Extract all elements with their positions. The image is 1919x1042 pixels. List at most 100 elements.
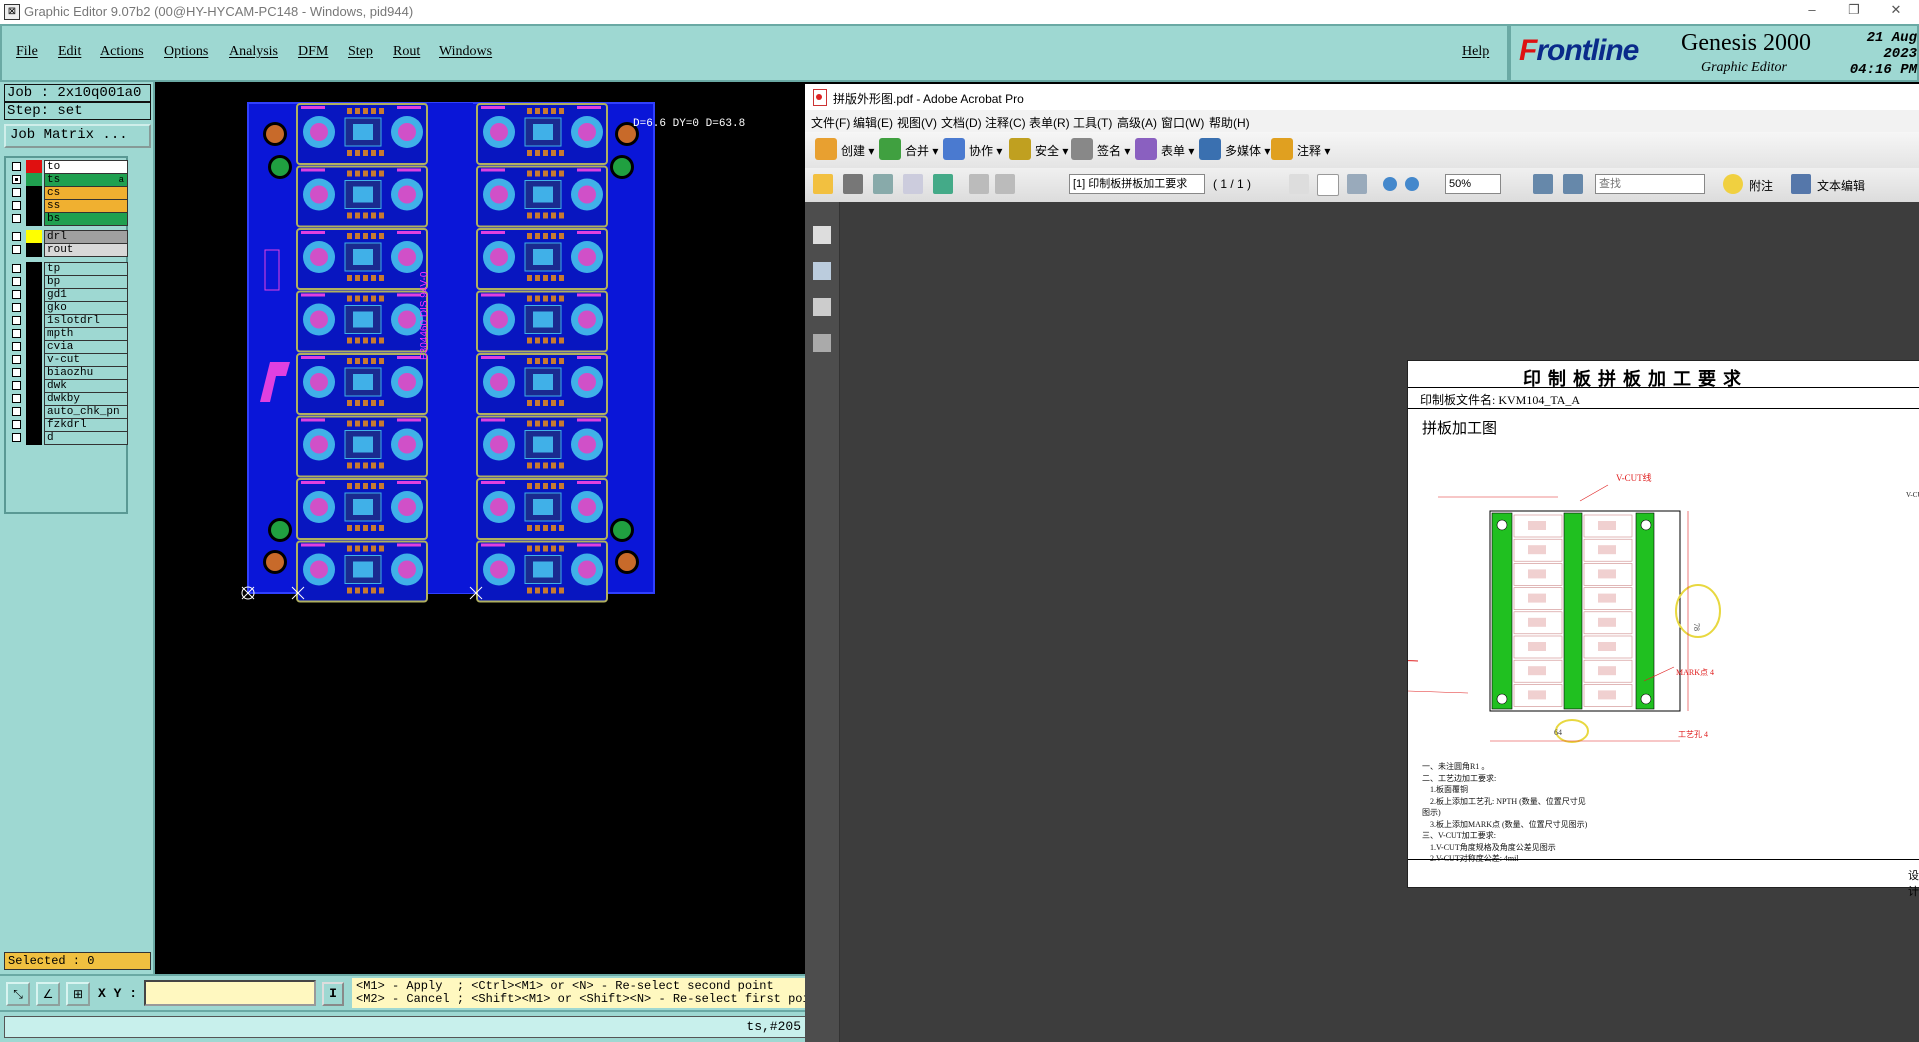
menu-step[interactable]: Step	[348, 44, 373, 60]
layer-checkbox[interactable]	[12, 188, 21, 197]
minimize-button[interactable]: –	[1792, 2, 1832, 17]
close-button[interactable]: ✕	[1876, 2, 1916, 18]
text-edit-button[interactable]: 文本编辑	[1817, 177, 1865, 194]
layer-row-ss[interactable]: ss	[8, 199, 128, 213]
layer-checkbox[interactable]	[12, 214, 21, 223]
layer-checkbox[interactable]	[12, 342, 21, 351]
layer-row-cvia[interactable]: cvia	[8, 340, 128, 354]
layer-row-dwkby[interactable]: dwkby	[8, 392, 128, 406]
layer-name[interactable]: bs	[44, 212, 128, 226]
task-button[interactable]: 合并 ▾	[905, 142, 938, 159]
layer-name[interactable]: drl	[44, 230, 128, 244]
layer-row-1slotdrl[interactable]: 1slotdrl	[8, 314, 128, 328]
zoom-out-icon[interactable]	[1383, 177, 1397, 191]
restore-button[interactable]: ❐	[1834, 2, 1874, 18]
menu-windows[interactable]: Windows	[439, 44, 492, 60]
layer-name[interactable]: auto_chk_pn	[44, 405, 128, 419]
layer-name[interactable]: gd1	[44, 288, 128, 302]
layer-name[interactable]: biaozhu	[44, 366, 128, 380]
email-icon[interactable]	[903, 174, 923, 194]
menu-actions[interactable]: Actions	[100, 44, 144, 60]
task-button[interactable]: 签名 ▾	[1097, 142, 1130, 159]
layer-checkbox[interactable]	[12, 355, 21, 364]
layer-name[interactable]: v-cut	[44, 353, 128, 367]
pages-panel-icon[interactable]	[813, 226, 831, 244]
layer-checkbox[interactable]	[12, 368, 21, 377]
layer-row-d[interactable]: d	[8, 431, 128, 445]
layer-row-dwk[interactable]: dwk	[8, 379, 128, 393]
layer-checkbox[interactable]	[12, 394, 21, 403]
menu-help[interactable]: Help	[1462, 44, 1489, 60]
layer-checkbox[interactable]	[12, 329, 21, 338]
layer-name[interactable]: cs	[44, 186, 128, 200]
task-button[interactable]: 注释 ▾	[1297, 142, 1330, 159]
layer-checkbox[interactable]	[12, 303, 21, 312]
layer-name[interactable]: tp	[44, 262, 128, 276]
zoom-in-icon[interactable]	[1405, 177, 1419, 191]
hand-tool-icon[interactable]	[1317, 174, 1339, 196]
layer-checkbox[interactable]	[12, 264, 21, 273]
layer-row-auto_chk_pn[interactable]: auto_chk_pn	[8, 405, 128, 419]
task-icon[interactable]	[1271, 138, 1293, 160]
xy-input[interactable]	[144, 980, 316, 1006]
next-page-icon[interactable]	[995, 174, 1015, 194]
menu-edit[interactable]: Edit	[58, 44, 81, 60]
acro-menu-item[interactable]: 高级(A)	[1117, 114, 1157, 131]
layer-checkbox[interactable]	[12, 162, 21, 171]
job-matrix-button[interactable]: Job Matrix ...	[4, 124, 151, 148]
fit-page-icon[interactable]	[1533, 174, 1553, 194]
task-icon[interactable]	[1071, 138, 1093, 160]
layer-checkbox[interactable]	[12, 245, 21, 254]
task-button[interactable]: 协作 ▾	[969, 142, 1002, 159]
layer-checkbox[interactable]	[12, 433, 21, 442]
layer-name[interactable]: mpth	[44, 327, 128, 341]
layer-name[interactable]: ts a	[44, 173, 128, 187]
task-button[interactable]: 多媒体 ▾	[1225, 142, 1270, 159]
graphic-canvas[interactable]: D=6.6 DY=0 D=63.8 E304460 DIS 94V-0	[155, 82, 805, 974]
signatures-panel-icon[interactable]	[813, 334, 831, 352]
acro-menu-item[interactable]: 编辑(E)	[853, 114, 893, 131]
comment-icon[interactable]	[1723, 174, 1743, 194]
acro-menu-item[interactable]: 工具(T)	[1073, 114, 1112, 131]
layer-row-biaozhu[interactable]: biaozhu	[8, 366, 128, 380]
acro-menu-item[interactable]: 视图(V)	[897, 114, 937, 131]
layer-checkbox[interactable]	[12, 420, 21, 429]
layer-name[interactable]: cvia	[44, 340, 128, 354]
task-icon[interactable]	[943, 138, 965, 160]
task-button[interactable]: 创建 ▾	[841, 142, 874, 159]
task-icon[interactable]	[879, 138, 901, 160]
menu-options[interactable]: Options	[164, 44, 208, 60]
save-icon[interactable]	[873, 174, 893, 194]
layer-name[interactable]: rout	[44, 243, 128, 257]
layer-name[interactable]: to	[44, 160, 128, 174]
layer-row-v-cut[interactable]: v-cut	[8, 353, 128, 367]
acro-menu-item[interactable]: 注释(C)	[985, 114, 1026, 131]
layer-checkbox[interactable]	[12, 277, 21, 286]
menu-file[interactable]: File	[16, 44, 38, 60]
task-icon[interactable]	[1199, 138, 1221, 160]
layer-name[interactable]: d	[44, 431, 128, 445]
layer-checkbox[interactable]	[12, 232, 21, 241]
measure-tool-button[interactable]: ∠	[36, 982, 60, 1006]
layer-checkbox[interactable]	[12, 381, 21, 390]
layer-row-drl[interactable]: drl	[8, 230, 128, 244]
layer-row-mpth[interactable]: mpth	[8, 327, 128, 341]
fit-width-icon[interactable]	[1563, 174, 1583, 194]
layer-name[interactable]: gko	[44, 301, 128, 315]
document-area[interactable]: 印制板拼板加工要求 印制板文件名: KVM104_TA_A 拼板加工图 V-CU…	[840, 202, 1919, 1042]
menu-analysis[interactable]: Analysis	[229, 44, 278, 60]
acro-menu-item[interactable]: 窗口(W)	[1161, 114, 1204, 131]
snap-tool-button[interactable]: ⊞	[66, 982, 90, 1006]
layers-panel-icon[interactable]	[813, 298, 831, 316]
layer-row-gko[interactable]: gko	[8, 301, 128, 315]
page-field[interactable]: [1] 印制板拼板加工要求	[1069, 174, 1205, 194]
layer-name[interactable]: ss	[44, 199, 128, 213]
layer-name[interactable]: dwkby	[44, 392, 128, 406]
layer-name[interactable]: fzkdrl	[44, 418, 128, 432]
prev-page-icon[interactable]	[969, 174, 989, 194]
layer-row-ts[interactable]: ts a	[8, 173, 128, 187]
layer-checkbox[interactable]	[12, 201, 21, 210]
layer-row-bp[interactable]: bp	[8, 275, 128, 289]
layer-row-cs[interactable]: cs	[8, 186, 128, 200]
find-input[interactable]	[1595, 174, 1705, 194]
